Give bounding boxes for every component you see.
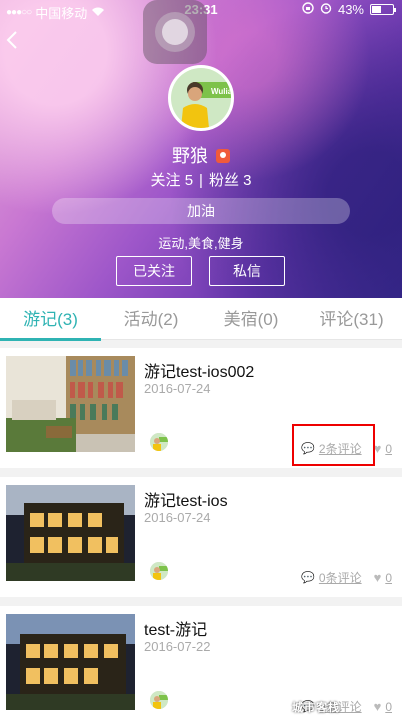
active-tab-indicator <box>0 338 101 341</box>
alarm-icon <box>320 2 332 17</box>
profile-header: ●●●○○ 中国移动 23:31 43% Wuli 野狼 关注 5 | 粉丝 3… <box>0 0 402 298</box>
content-tabs: 游记(3) 活动(2) 美宿(0) 评论(31) <box>0 298 402 340</box>
comment-icon: 💬 <box>301 572 315 584</box>
list-item[interactable]: 游记test-ios002 2016-07-24 💬 2条评论 ♥ 0 <box>0 348 402 468</box>
fans-count[interactable]: 粉丝 3 <box>209 172 252 189</box>
follow-stats: 关注 5 | 粉丝 3 <box>0 169 402 190</box>
tab-homestays[interactable]: 美宿(0) <box>201 298 301 340</box>
like-count[interactable]: 0 <box>385 700 392 714</box>
stats-separator: | <box>199 172 203 189</box>
tab-travel-notes[interactable]: 游记(3) <box>0 298 101 340</box>
author-avatar <box>150 562 168 580</box>
profile-name: 野狼 <box>172 146 208 166</box>
chevron-left-icon <box>6 31 17 49</box>
list-item[interactable]: test-游记 2016-07-22 💬 0条评论 ♥ 0 <box>0 606 402 717</box>
verified-badge-icon <box>216 149 230 163</box>
tab-activities[interactable]: 活动(2) <box>101 298 201 340</box>
profile-tags: 运动,美食,健身 <box>158 236 244 251</box>
like-count[interactable]: 0 <box>385 442 392 456</box>
post-meta: 💬 0条评论 ♥ 0 <box>301 569 392 586</box>
avatar-photo: Wuliar <box>171 68 231 128</box>
message-button[interactable]: 私信 <box>209 256 285 286</box>
like-count[interactable]: 0 <box>385 571 392 585</box>
battery-percent: 43% <box>337 2 364 17</box>
post-meta: 💬 2条评论 ♥ 0 <box>301 440 392 457</box>
post-date: 2016-07-24 <box>144 510 211 525</box>
assistive-touch-button[interactable] <box>143 0 207 64</box>
heart-icon[interactable]: ♥ <box>374 441 382 456</box>
profile-motto: 加油 <box>52 198 350 224</box>
avatar[interactable]: Wuliar <box>168 65 234 131</box>
heart-icon[interactable]: ♥ <box>374 699 382 714</box>
watermark: 城市客栈 <box>292 702 340 714</box>
avatar-logo-text: Wuliar <box>211 87 231 96</box>
author-avatar <box>150 691 168 709</box>
post-title[interactable]: 游记test-ios002 <box>144 358 254 382</box>
tab-comments[interactable]: 评论(31) <box>301 298 402 340</box>
profile-name-row: 野狼 <box>0 142 402 168</box>
list-item[interactable]: 游记test-ios 2016-07-24 💬 0条评论 ♥ 0 <box>0 477 402 597</box>
author-avatar <box>150 433 168 451</box>
back-button[interactable] <box>6 30 24 52</box>
comment-count-link[interactable]: 2条评论 <box>319 440 362 457</box>
battery-icon <box>370 4 396 15</box>
post-date: 2016-07-24 <box>144 381 211 396</box>
post-thumbnail[interactable] <box>6 614 135 710</box>
rotation-lock-icon <box>302 2 314 17</box>
post-title[interactable]: test-游记 <box>144 616 207 640</box>
post-date: 2016-07-22 <box>144 639 211 654</box>
heart-icon[interactable]: ♥ <box>374 570 382 585</box>
post-title[interactable]: 游记test-ios <box>144 487 228 511</box>
post-thumbnail[interactable] <box>6 485 135 581</box>
following-count[interactable]: 关注 5 <box>151 172 194 189</box>
status-right: 43% <box>302 2 396 17</box>
comment-icon: 💬 <box>301 443 315 455</box>
comment-count-link[interactable]: 0条评论 <box>319 569 362 586</box>
post-thumbnail[interactable] <box>6 356 135 452</box>
followed-button[interactable]: 已关注 <box>116 256 192 286</box>
